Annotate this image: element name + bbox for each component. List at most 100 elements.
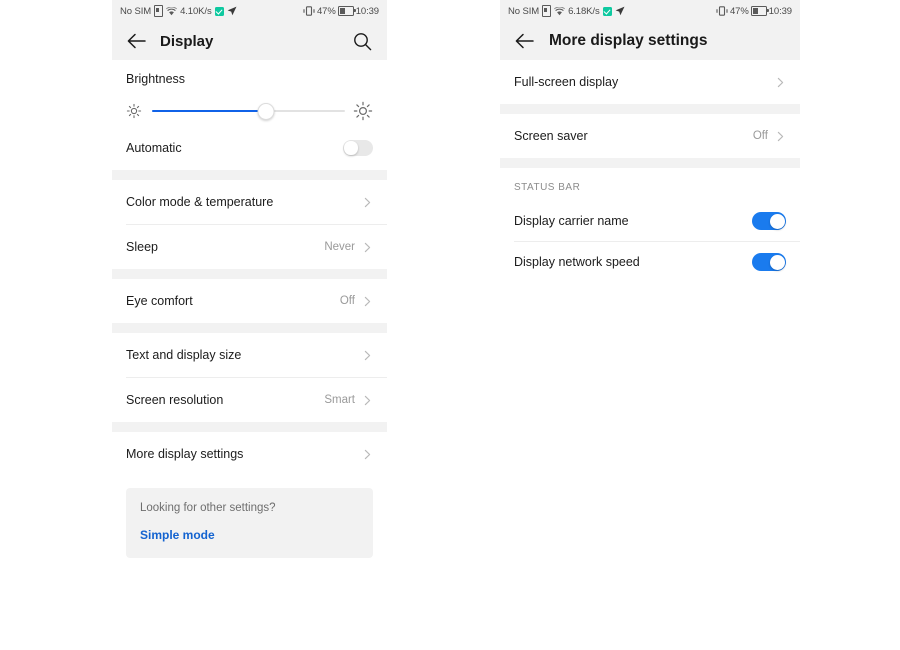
page-title: Display <box>160 32 214 50</box>
status-bar-section-header: STATUS BAR <box>500 168 800 201</box>
row-display-carrier-name[interactable]: Display carrier name <box>500 201 800 241</box>
brightness-section: Brightness <box>112 60 387 126</box>
brightness-low-sun-icon <box>126 103 142 119</box>
row-value: Off <box>339 295 355 307</box>
status-bar-left-group: No SIM 6.18K/s <box>508 5 625 17</box>
network-speed-label: 4.10K/s <box>180 5 212 17</box>
status-bar-right-group: 47% 10:39 <box>303 6 379 17</box>
section-gap <box>112 170 387 180</box>
battery-percent-label: 47% <box>730 5 749 17</box>
navigation-arrow-icon <box>227 6 237 16</box>
screenshot-canvas: No SIM 4.10K/s 47% 10:39 Display Brightn… <box>0 0 900 650</box>
chevron-right-icon <box>362 395 373 406</box>
battery-icon <box>750 6 769 16</box>
row-label: Screen saver <box>514 129 588 143</box>
slider-fill <box>152 109 266 113</box>
slider-thumb[interactable] <box>257 102 275 120</box>
display-carrier-name-toggle[interactable] <box>752 212 786 230</box>
row-full-screen-display[interactable]: Full-screen display <box>500 60 800 104</box>
simple-mode-card: Looking for other settings? Simple mode <box>126 488 373 558</box>
toggle-knob <box>769 213 785 229</box>
group-sleep: Sleep Never <box>112 225 387 269</box>
brightness-high-sun-icon <box>353 101 373 121</box>
row-label: Text and display size <box>126 348 242 362</box>
section-gap <box>112 269 387 279</box>
vibrate-mode-icon <box>716 6 728 16</box>
search-icon[interactable] <box>351 30 373 52</box>
back-arrow-icon[interactable] <box>512 29 536 53</box>
clock-label: 10:39 <box>355 5 379 17</box>
row-label: Full-screen display <box>514 75 619 89</box>
green-check-app-icon <box>214 6 224 16</box>
group-eye-comfort: Eye comfort Off <box>112 279 387 323</box>
left-phone-screen: No SIM 4.10K/s 47% 10:39 Display Brightn… <box>112 0 387 650</box>
battery-percent-label: 47% <box>317 5 336 17</box>
row-label: Display carrier name <box>514 214 629 228</box>
row-eye-comfort[interactable]: Eye comfort Off <box>112 279 387 323</box>
section-gap <box>112 323 387 333</box>
chevron-right-icon <box>362 350 373 361</box>
chevron-right-icon <box>362 296 373 307</box>
page-title: More display settings <box>549 32 708 49</box>
toggle-knob <box>769 254 785 270</box>
brightness-slider[interactable] <box>152 102 345 120</box>
row-label: Eye comfort <box>126 294 193 308</box>
group-status-bar: STATUS BAR Display carrier name Display … <box>500 168 800 282</box>
row-value: Off <box>752 130 768 142</box>
group-color-mode: Color mode & temperature <box>112 180 387 224</box>
section-gap <box>112 422 387 432</box>
chevron-right-icon <box>775 131 786 142</box>
left-toolbar: Display <box>112 22 387 60</box>
left-content: Brightness Automatic Color mode & temper… <box>112 60 387 558</box>
sim-card-icon <box>154 5 164 17</box>
right-status-bar: No SIM 6.18K/s 47% 10:39 <box>500 0 800 22</box>
promo-question: Looking for other settings? <box>140 502 276 514</box>
left-status-bar: No SIM 4.10K/s 47% 10:39 <box>112 0 387 22</box>
right-phone-screen: No SIM 6.18K/s 47% 10:39 More display se… <box>500 0 800 650</box>
wifi-icon <box>166 6 178 16</box>
row-more-display-settings[interactable]: More display settings <box>112 432 387 476</box>
navigation-arrow-icon <box>615 6 625 16</box>
row-label: Automatic <box>126 141 182 155</box>
vibrate-mode-icon <box>303 6 315 16</box>
sim-card-icon <box>542 5 552 17</box>
row-text-and-display-size[interactable]: Text and display size <box>112 333 387 377</box>
toggle-knob <box>344 141 358 155</box>
group-screen-saver: Screen saver Off <box>500 114 800 158</box>
group-full-screen-display: Full-screen display <box>500 60 800 104</box>
brightness-slider-row <box>126 100 373 122</box>
clock-label: 10:39 <box>768 5 792 17</box>
carrier-label: No SIM <box>120 5 152 17</box>
row-sleep[interactable]: Sleep Never <box>112 225 387 269</box>
simple-mode-link[interactable]: Simple mode <box>140 528 359 542</box>
right-toolbar: More display settings <box>500 22 800 60</box>
row-label: Sleep <box>126 240 158 254</box>
row-color-mode-temperature[interactable]: Color mode & temperature <box>112 180 387 224</box>
display-network-speed-toggle[interactable] <box>752 253 786 271</box>
row-label: Display network speed <box>514 255 640 269</box>
network-speed-label: 6.18K/s <box>568 5 600 17</box>
battery-icon <box>337 6 356 16</box>
row-value: Never <box>324 241 355 253</box>
green-check-app-icon <box>602 6 612 16</box>
row-value: Smart <box>324 394 355 406</box>
row-label: Screen resolution <box>126 393 224 407</box>
row-display-network-speed[interactable]: Display network speed <box>500 242 800 282</box>
row-screen-saver[interactable]: Screen saver Off <box>500 114 800 158</box>
brightness-title: Brightness <box>126 72 186 86</box>
row-automatic[interactable]: Automatic <box>112 126 387 170</box>
chevron-right-icon <box>775 77 786 88</box>
automatic-brightness-toggle[interactable] <box>343 140 373 156</box>
wifi-icon <box>554 6 566 16</box>
chevron-right-icon <box>362 449 373 460</box>
back-arrow-icon[interactable] <box>124 29 148 53</box>
status-bar-left-group: No SIM 4.10K/s <box>120 5 237 17</box>
section-gap <box>500 158 800 168</box>
carrier-label: No SIM <box>508 5 540 17</box>
row-label: More display settings <box>126 447 244 461</box>
row-screen-resolution[interactable]: Screen resolution Smart <box>112 378 387 422</box>
group-more-display-settings: More display settings <box>112 432 387 476</box>
section-gap <box>500 104 800 114</box>
row-label: Color mode & temperature <box>126 195 274 209</box>
group-text-and-resolution: Text and display size Screen resolution … <box>112 333 387 422</box>
